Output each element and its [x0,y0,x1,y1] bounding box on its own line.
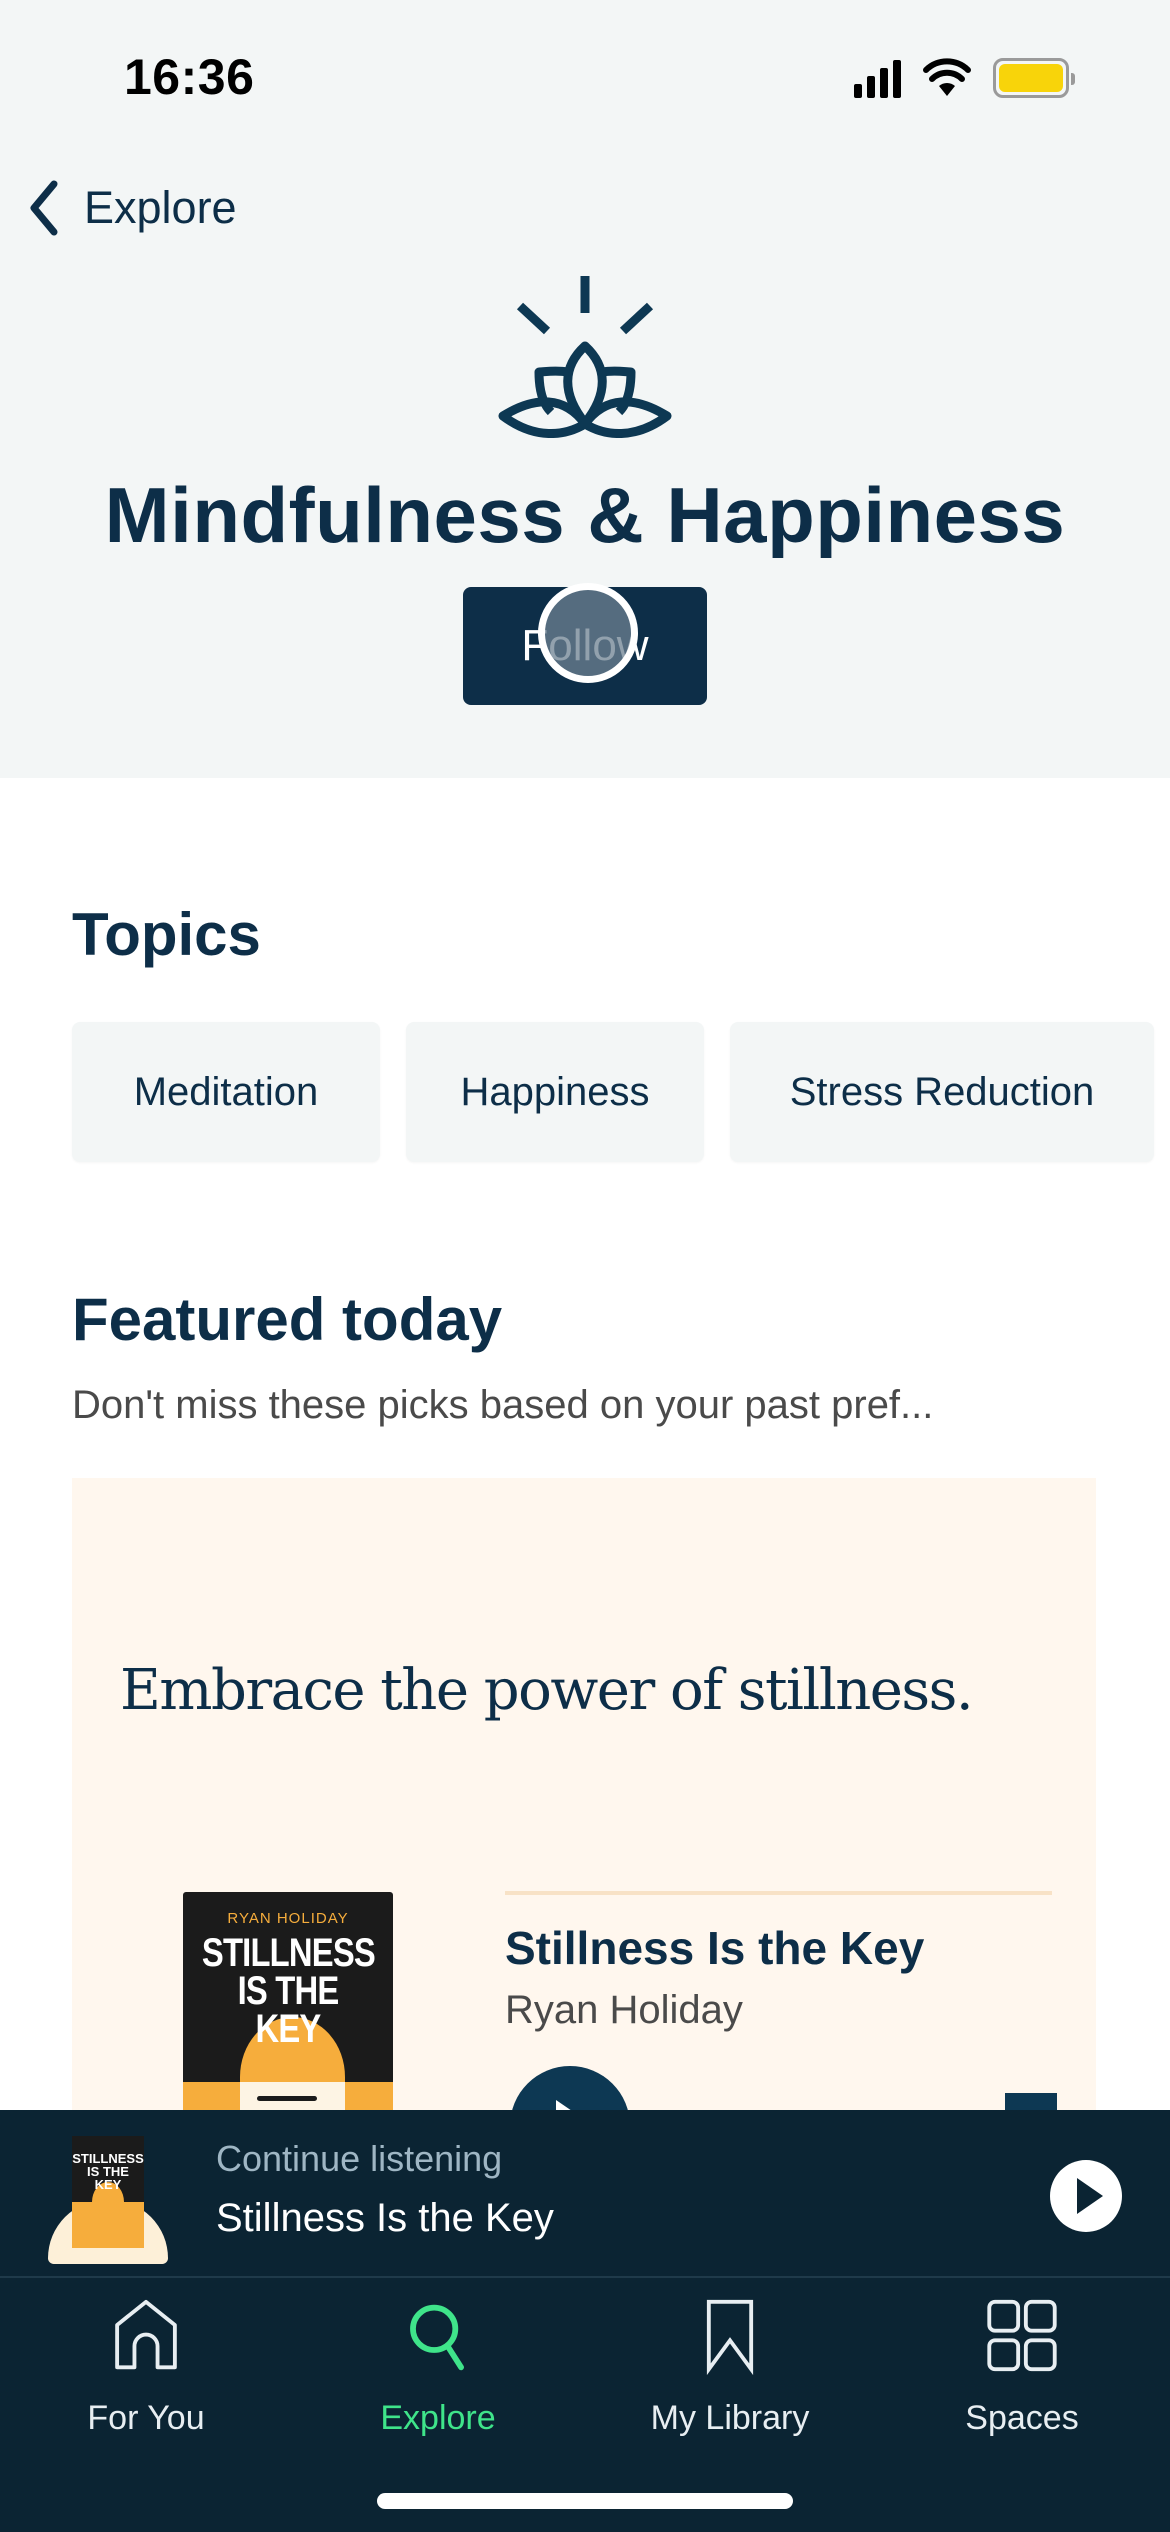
card-divider [505,1891,1052,1895]
home-indicator[interactable] [377,2493,793,2509]
book-title[interactable]: Stillness Is the Key [505,1921,924,1975]
bookmark-icon [706,2299,754,2375]
lotus-icon [498,276,672,438]
mini-player[interactable]: STILLNESS IS THE KEY Continue listening … [0,2110,1170,2278]
status-time: 16:36 [124,49,255,105]
home-icon [115,2299,177,2370]
mini-player-cover: STILLNESS IS THE KEY [72,2136,144,2248]
page-title: Mindfulness & Happiness [104,471,1066,559]
featured-subtitle: Don't miss these picks based on your pas… [72,1383,934,1427]
status-icons [854,56,1075,100]
cover-title-line: IS THE KEY [237,1969,340,2051]
topics-list: Meditation Happiness Stress Reduction [72,1022,1154,1162]
tab-label: My Library [650,2399,810,2437]
back-label: Explore [84,182,237,233]
topics-heading: Topics [72,901,261,968]
tab-label: Explore [380,2399,496,2437]
tab-spaces[interactable]: Spaces [876,2298,1168,2438]
mini-cover-title: STILLNESS IS THE KEY [72,2152,144,2191]
mini-player-play-button[interactable] [1050,2160,1122,2232]
mini-player-title: Stillness Is the Key [216,2196,554,2240]
book-author: Ryan Holiday [505,1988,743,2032]
topic-chip-happiness[interactable]: Happiness [406,1022,704,1162]
cover-line [257,2096,317,2101]
battery-icon [993,58,1075,98]
tab-label: For You [87,2399,205,2437]
tab-label: Spaces [965,2399,1079,2437]
search-icon [410,2304,464,2371]
wifi-icon [923,58,971,96]
tab-my-library[interactable]: My Library [584,2298,876,2438]
back-button[interactable]: Explore [24,178,237,238]
mini-player-label: Continue listening [216,2138,503,2179]
grid-icon [987,2299,1057,2372]
tab-explore[interactable]: Explore [292,2298,584,2438]
cover-sea-shape [72,2202,144,2248]
follow-button[interactable]: Follow [463,587,707,705]
featured-heading: Featured today [72,1286,503,1353]
topic-chip-meditation[interactable]: Meditation [72,1022,380,1162]
tab-for-you[interactable]: For You [0,2298,292,2438]
cover-title-line: STILLNESS [201,1931,376,1975]
chevron-left-icon [30,180,58,236]
cellular-signal-icon [854,58,901,98]
cover-title-line: IS THE KEY [87,2164,129,2192]
featured-quote: Embrace the power of stillness. [120,1658,974,1723]
featured-card[interactable]: Embrace the power of stillness. RYAN HOL… [72,1478,1096,2192]
cover-author: RYAN HOLIDAY [227,1910,349,1927]
cover-title: STILLNESS IS THE KEY [201,1931,376,2051]
topic-chip-stress-reduction[interactable]: Stress Reduction [730,1022,1154,1162]
